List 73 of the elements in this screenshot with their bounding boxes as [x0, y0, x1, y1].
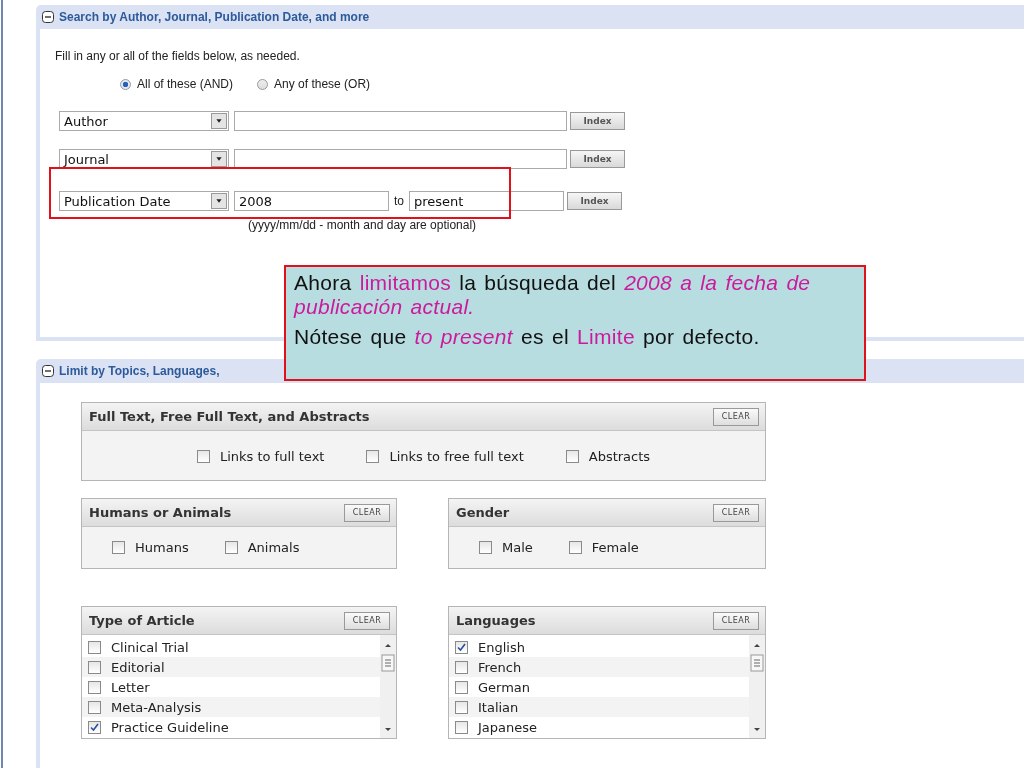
- filter-title: Gender: [456, 505, 510, 520]
- field-select[interactable]: Author: [59, 111, 229, 131]
- section-title: Search by Author, Journal, Publication Date, and more: [59, 10, 370, 24]
- checkbox[interactable]: [88, 700, 101, 714]
- input-field[interactable]: [234, 111, 567, 131]
- checkbox[interactable]: [196, 450, 210, 463]
- clear-button[interactable]: CLEAR: [713, 503, 759, 522]
- option-label: French: [478, 659, 522, 675]
- checkbox[interactable]: [455, 660, 468, 674]
- checkbox[interactable]: [455, 700, 468, 714]
- checkbox[interactable]: [112, 541, 125, 554]
- index-button[interactable]: Index: [570, 150, 625, 168]
- caret-icon: [211, 113, 227, 129]
- index-button[interactable]: Index: [567, 192, 622, 210]
- option-label: Female: [591, 540, 639, 555]
- input-field[interactable]: present: [409, 191, 564, 211]
- scrollbar[interactable]: [749, 635, 765, 738]
- caret-icon: [211, 151, 227, 167]
- range-label: to: [394, 194, 404, 208]
- radio-button[interactable]: [257, 78, 269, 90]
- option-label: Male: [502, 540, 533, 555]
- checkbox[interactable]: [479, 541, 492, 554]
- checkbox[interactable]: [455, 720, 468, 734]
- checkbox[interactable]: [568, 541, 582, 554]
- checkbox[interactable]: [455, 640, 468, 654]
- option-label: Meta-Analysis: [111, 699, 202, 715]
- option-label: Animals: [247, 540, 300, 555]
- clear-button[interactable]: CLEAR: [713, 611, 759, 630]
- radio-label: Any of these (OR): [274, 77, 371, 91]
- option-label: German: [478, 679, 531, 695]
- section-header[interactable]: Search by Author, Journal, Publication Date, and more: [36, 5, 1024, 29]
- radio-label: All of these (AND): [137, 77, 234, 91]
- checkbox[interactable]: [366, 450, 380, 463]
- input-field[interactable]: [234, 149, 567, 169]
- callout-text: Nótese que to present es el Limite por defecto.: [294, 325, 761, 350]
- filter-title: Humans or Animals: [89, 505, 232, 520]
- caret-icon: [211, 193, 227, 209]
- checkbox[interactable]: [88, 640, 101, 654]
- option-label: Links to free full text: [389, 449, 524, 464]
- option-label: Humans: [135, 540, 189, 555]
- callout-text: Ahora limitamos la búsqueda del 2008 a la fecha de publicación actual.: [294, 271, 812, 320]
- section-title: Limit by Topics, Languages,: [59, 364, 220, 378]
- clear-button[interactable]: CLEAR: [344, 503, 390, 522]
- checkbox[interactable]: [88, 680, 101, 694]
- option-label: Practice Guideline: [111, 719, 229, 735]
- field-select[interactable]: Publication Date: [59, 191, 229, 211]
- clear-button[interactable]: CLEAR: [344, 611, 390, 630]
- filter-title: Type of Article: [89, 613, 195, 628]
- option-label: Editorial: [111, 659, 165, 675]
- radio-button[interactable]: [120, 78, 131, 90]
- option-label: Clinical Trial: [111, 639, 189, 655]
- checkbox[interactable]: [88, 720, 101, 734]
- instructions-text: Fill in any or all of the fields below, as needed.: [54, 48, 301, 63]
- collapse-icon[interactable]: [42, 365, 54, 377]
- clear-button[interactable]: CLEAR: [713, 407, 759, 426]
- checkbox[interactable]: [455, 680, 468, 694]
- option-label: Italian: [478, 699, 519, 715]
- index-button[interactable]: Index: [570, 112, 625, 130]
- collapse-icon[interactable]: [42, 11, 54, 23]
- checkbox[interactable]: [565, 450, 579, 463]
- filter-title: Languages: [456, 613, 536, 628]
- checkbox[interactable]: [88, 660, 101, 674]
- option-label: Abstracts: [588, 449, 651, 464]
- option-label: Links to full text: [219, 449, 325, 464]
- option-label: English: [478, 639, 525, 655]
- filter-title: Full Text, Free Full Text, and Abstracts: [89, 409, 370, 424]
- field-select[interactable]: Journal: [59, 149, 229, 169]
- scrollbar[interactable]: [380, 635, 396, 738]
- option-label: Japanese: [478, 719, 538, 735]
- input-field[interactable]: 2008: [234, 191, 389, 211]
- checkbox[interactable]: [224, 541, 238, 554]
- option-label: Letter: [111, 679, 150, 695]
- hint-text: (yyyy/mm/dd - month and day are optional): [247, 218, 478, 232]
